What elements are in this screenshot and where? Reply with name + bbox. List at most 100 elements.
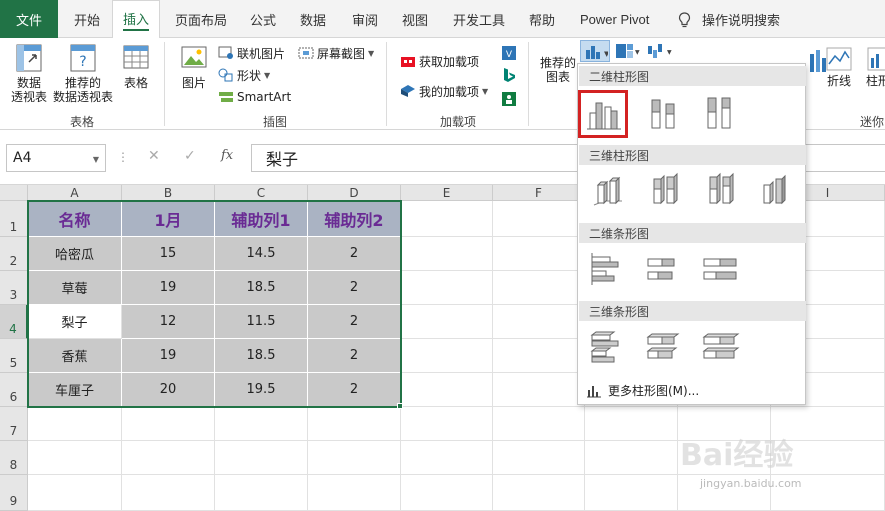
empty-cell[interactable] [493,441,585,475]
cell-b1[interactable]: 1月 [122,201,215,237]
3d-column-option[interactable] [756,171,796,211]
name-box[interactable]: A4 ▼ [6,144,106,172]
more-options-icon[interactable]: ⋮ [117,150,129,164]
col-header-e[interactable]: E [401,185,493,201]
row-header-9[interactable]: 9 [0,475,28,511]
col-header-f[interactable]: F [493,185,585,201]
pivot-table-button[interactable]: 数据 透视表 [8,42,50,104]
fill-handle[interactable] [397,403,403,409]
tab-developer[interactable]: 开发工具 [453,0,505,38]
3d-stacked-column-option[interactable] [644,171,684,211]
empty-cell[interactable] [493,407,585,441]
cell-c5[interactable]: 18.5 [215,339,308,373]
col-header-b[interactable]: B [122,185,215,201]
row-header-5[interactable]: 5 [0,339,28,373]
stacked-100-column-option[interactable] [698,94,738,134]
cell-c3[interactable]: 18.5 [215,271,308,305]
cell-d4[interactable]: 2 [308,305,401,339]
cell-b4[interactable]: 12 [122,305,215,339]
stacked-bar-option[interactable] [644,249,684,289]
cell-d1[interactable]: 辅助列2 [308,201,401,237]
3d-clustered-bar-option[interactable] [588,327,628,367]
cell-d2[interactable]: 2 [308,237,401,271]
3d-clustered-column-option[interactable] [588,171,628,211]
row-header-3[interactable]: 3 [0,271,28,305]
empty-cell[interactable] [122,475,215,511]
tab-insert[interactable]: 插入 [112,0,160,39]
empty-cell[interactable] [215,407,308,441]
empty-cell[interactable] [215,441,308,475]
select-all-corner[interactable] [0,185,28,201]
empty-cell[interactable] [401,305,493,339]
tab-review[interactable]: 审阅 [352,0,378,38]
cell-a2[interactable]: 哈密瓜 [28,237,122,271]
cell-c2[interactable]: 14.5 [215,237,308,271]
empty-cell[interactable] [308,475,401,511]
cell-a3[interactable]: 草莓 [28,271,122,305]
empty-cell[interactable] [308,441,401,475]
empty-cell[interactable] [493,475,585,511]
tab-help[interactable]: 帮助 [529,0,555,38]
cell-b3[interactable]: 19 [122,271,215,305]
my-addins-button[interactable]: 我的加载项 ▼ [400,82,488,100]
recommended-charts-button[interactable]: 推荐的 图表 [536,56,580,84]
stacked-100-bar-option[interactable] [700,249,740,289]
get-addins-button[interactable]: 获取加载项 [400,52,479,70]
cell-c1[interactable]: 辅助列1 [215,201,308,237]
enter-icon[interactable]: ✓ [184,148,196,164]
row-header-2[interactable]: 2 [0,237,28,271]
cell-c4[interactable]: 11.5 [215,305,308,339]
tab-formulas[interactable]: 公式 [250,0,276,38]
cell-b6[interactable]: 20 [122,373,215,407]
cell-a6[interactable]: 车厘子 [28,373,122,407]
empty-cell[interactable] [401,271,493,305]
picture-button[interactable]: 图片 [176,42,212,90]
hierarchy-chart-icon[interactable]: ▼ [614,42,640,60]
cell-d3[interactable]: 2 [308,271,401,305]
recommended-pivot-button[interactable]: ? 推荐的 数据透视表 [52,42,114,104]
cell-c6[interactable]: 19.5 [215,373,308,407]
empty-cell[interactable] [308,407,401,441]
tab-power-pivot[interactable]: Power Pivot [580,0,649,38]
cell-b5[interactable]: 19 [122,339,215,373]
empty-cell[interactable] [401,201,493,237]
people-graph-icon[interactable] [500,90,518,108]
cell-a1[interactable]: 名称 [28,201,122,237]
cell-a4-active[interactable]: 梨子 [28,305,122,339]
empty-cell[interactable] [493,237,585,271]
empty-cell[interactable] [401,475,493,511]
empty-cell[interactable] [493,339,585,373]
col-header-a[interactable]: A [28,185,122,201]
row-header-1[interactable]: 1 [0,201,28,237]
3d-stacked-100-column-option[interactable] [700,171,740,211]
tab-page-layout[interactable]: 页面布局 [175,0,227,38]
empty-cell[interactable] [401,237,493,271]
tab-view[interactable]: 视图 [402,0,428,38]
column-chart-button[interactable]: ▼ [580,40,610,62]
3d-stacked-bar-option[interactable] [644,327,684,367]
shapes-button[interactable]: 形状 ▼ [218,66,270,84]
row-header-8[interactable]: 8 [0,441,28,475]
clustered-column-option[interactable] [578,90,628,138]
empty-cell[interactable] [28,407,122,441]
clustered-bar-option[interactable] [588,249,628,289]
sparkline-column-button[interactable]: 柱形 [866,46,885,88]
tab-file[interactable]: 文件 [0,0,58,38]
more-column-charts-link[interactable]: 更多柱形图(M)... [586,382,699,399]
row-header-4[interactable]: 4 [0,305,28,339]
3d-stacked-100-bar-option[interactable] [700,327,740,367]
bing-icon[interactable] [500,66,518,84]
empty-cell[interactable] [401,339,493,373]
empty-cell[interactable] [585,407,678,441]
row-header-6[interactable]: 6 [0,373,28,407]
tab-data[interactable]: 数据 [300,0,326,38]
screenshot-button[interactable]: 屏幕截图 ▼ [298,44,374,62]
empty-cell[interactable] [215,475,308,511]
cell-a5[interactable]: 香蕉 [28,339,122,373]
table-button[interactable]: 表格 [118,42,154,90]
online-picture-button[interactable]: 联机图片 [218,44,285,62]
empty-cell[interactable] [585,441,678,475]
waterfall-chart-icon[interactable]: ▼ [646,42,674,60]
empty-cell[interactable] [493,201,585,237]
tell-me-search[interactable]: 操作说明搜索 [702,0,780,38]
